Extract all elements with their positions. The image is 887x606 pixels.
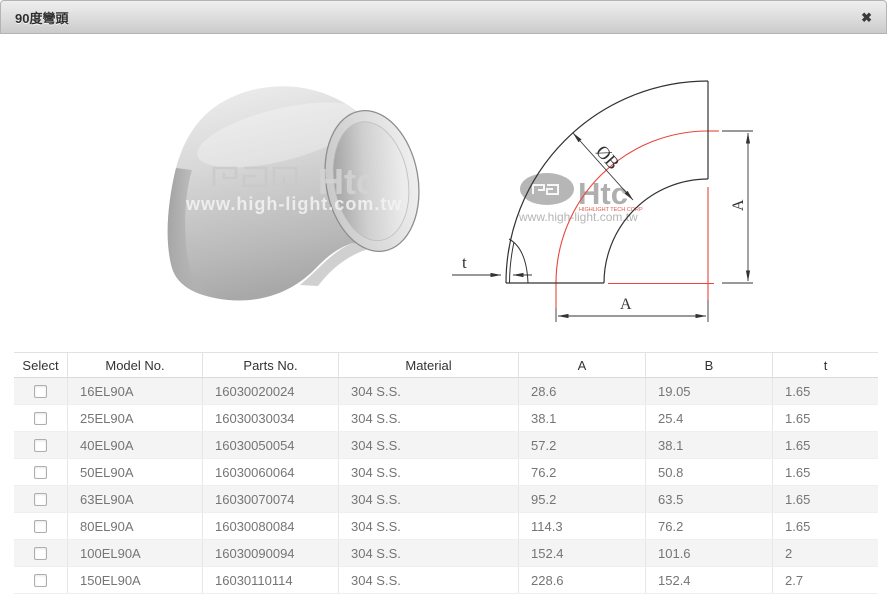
table-row: 80EL90A 16030080084 304 S.S. 114.3 76.2 … <box>14 513 878 540</box>
table-row: 50EL90A 16030060064 304 S.S. 76.2 50.8 1… <box>14 459 878 486</box>
cell-model: 16EL90A <box>67 378 202 404</box>
table-row: 100EL90A 16030090094 304 S.S. 152.4 101.… <box>14 540 878 567</box>
col-header-b: B <box>645 353 772 377</box>
cell-model: 80EL90A <box>67 513 202 539</box>
table-body: 16EL90A 16030020024 304 S.S. 28.6 19.05 … <box>14 378 878 594</box>
cell-b: 50.8 <box>645 459 772 485</box>
cell-material: 304 S.S. <box>338 432 518 458</box>
label-a-horizontal: A <box>620 296 632 313</box>
cell-select <box>14 459 67 485</box>
cell-b: 25.4 <box>645 405 772 431</box>
cell-select <box>14 405 67 431</box>
table-row: 16EL90A 16030020024 304 S.S. 28.6 19.05 … <box>14 378 878 405</box>
close-icon[interactable]: ✖ <box>861 11 872 24</box>
cell-select <box>14 540 67 566</box>
cell-a: 38.1 <box>518 405 645 431</box>
cell-b: 101.6 <box>645 540 772 566</box>
cell-parts: 16030030034 <box>202 405 338 431</box>
col-header-parts: Parts No. <box>202 353 338 377</box>
cell-parts: 16030080084 <box>202 513 338 539</box>
col-header-t: t <box>772 353 878 377</box>
photo-watermark-url: www.high-light.com.tw <box>185 194 402 214</box>
col-header-select: Select <box>22 357 59 373</box>
cell-parts: 16030050054 <box>202 432 338 458</box>
cell-material: 304 S.S. <box>338 405 518 431</box>
row-checkbox[interactable] <box>34 438 47 452</box>
cell-b: 63.5 <box>645 486 772 512</box>
cell-t: 1.65 <box>772 513 878 539</box>
cell-t: 2.7 <box>772 567 878 593</box>
dialog-title: 90度彎頭 <box>15 10 69 26</box>
cell-select <box>14 432 67 458</box>
cell-material: 304 S.S. <box>338 378 518 404</box>
row-checkbox[interactable] <box>34 465 47 479</box>
row-checkbox[interactable] <box>34 519 47 533</box>
cell-t: 1.65 <box>772 378 878 404</box>
cell-a: 95.2 <box>518 486 645 512</box>
col-header-a: A <box>518 353 645 377</box>
cell-parts: 16030060064 <box>202 459 338 485</box>
cell-t: 1.65 <box>772 405 878 431</box>
label-diameter: ØB <box>592 141 624 173</box>
cell-parts: 16030070074 <box>202 486 338 512</box>
label-thickness: t <box>462 253 467 272</box>
cell-a: 114.3 <box>518 513 645 539</box>
dimension-labels: t ØB A A <box>462 141 747 313</box>
cell-select <box>14 378 67 404</box>
cell-t: 2 <box>772 540 878 566</box>
cell-a: 76.2 <box>518 459 645 485</box>
cell-a: 57.2 <box>518 432 645 458</box>
cell-material: 304 S.S. <box>338 567 518 593</box>
table-header: Select Model No. Parts No. Material A B … <box>14 352 878 378</box>
col-header-material: Material <box>338 353 518 377</box>
drawing-watermark: Htc HIGHLIGHT TECH CORP www.high-light.c… <box>518 173 643 224</box>
cell-model: 63EL90A <box>67 486 202 512</box>
drawing-watermark-url: www.high-light.com.tw <box>518 210 638 224</box>
cell-material: 304 S.S. <box>338 540 518 566</box>
col-header-model: Model No. <box>67 353 202 377</box>
cell-parts: 16030110114 <box>202 567 338 593</box>
table-row: 63EL90A 16030070074 304 S.S. 95.2 63.5 1… <box>14 486 878 513</box>
cell-parts: 16030020024 <box>202 378 338 404</box>
cell-b: 76.2 <box>645 513 772 539</box>
cell-t: 1.65 <box>772 432 878 458</box>
cell-b: 38.1 <box>645 432 772 458</box>
row-checkbox[interactable] <box>34 573 47 587</box>
row-checkbox[interactable] <box>34 384 47 398</box>
cell-a: 228.6 <box>518 567 645 593</box>
cell-model: 25EL90A <box>67 405 202 431</box>
cell-select <box>14 567 67 593</box>
table-row: 150EL90A 16030110114 304 S.S. 228.6 152.… <box>14 567 878 594</box>
row-checkbox[interactable] <box>34 411 47 425</box>
cell-t: 1.65 <box>772 459 878 485</box>
cell-parts: 16030090094 <box>202 540 338 566</box>
cell-material: 304 S.S. <box>338 459 518 485</box>
cell-b: 19.05 <box>645 378 772 404</box>
label-a-vertical: A <box>730 199 747 211</box>
row-checkbox[interactable] <box>34 492 47 506</box>
spec-table: Select Model No. Parts No. Material A B … <box>14 352 878 594</box>
cell-model: 100EL90A <box>67 540 202 566</box>
table-row: 40EL90A 16030050054 304 S.S. 57.2 38.1 1… <box>14 432 878 459</box>
cell-select <box>14 513 67 539</box>
cell-a: 28.6 <box>518 378 645 404</box>
elbow-dimension-drawing: Htc HIGHLIGHT TECH CORP www.high-light.c… <box>452 80 753 322</box>
cell-a: 152.4 <box>518 540 645 566</box>
elbow-3d-photo: Htc www.high-light.com.tw <box>167 86 420 301</box>
table-row: 25EL90A 16030030034 304 S.S. 38.1 25.4 1… <box>14 405 878 432</box>
cell-model: 40EL90A <box>67 432 202 458</box>
cell-select <box>14 486 67 512</box>
cell-model: 50EL90A <box>67 459 202 485</box>
cell-material: 304 S.S. <box>338 486 518 512</box>
cell-b: 152.4 <box>645 567 772 593</box>
dialog-titlebar: 90度彎頭 ✖ <box>0 0 887 34</box>
row-checkbox[interactable] <box>34 546 47 560</box>
cell-model: 150EL90A <box>67 567 202 593</box>
cell-material: 304 S.S. <box>338 513 518 539</box>
cell-t: 1.65 <box>772 486 878 512</box>
